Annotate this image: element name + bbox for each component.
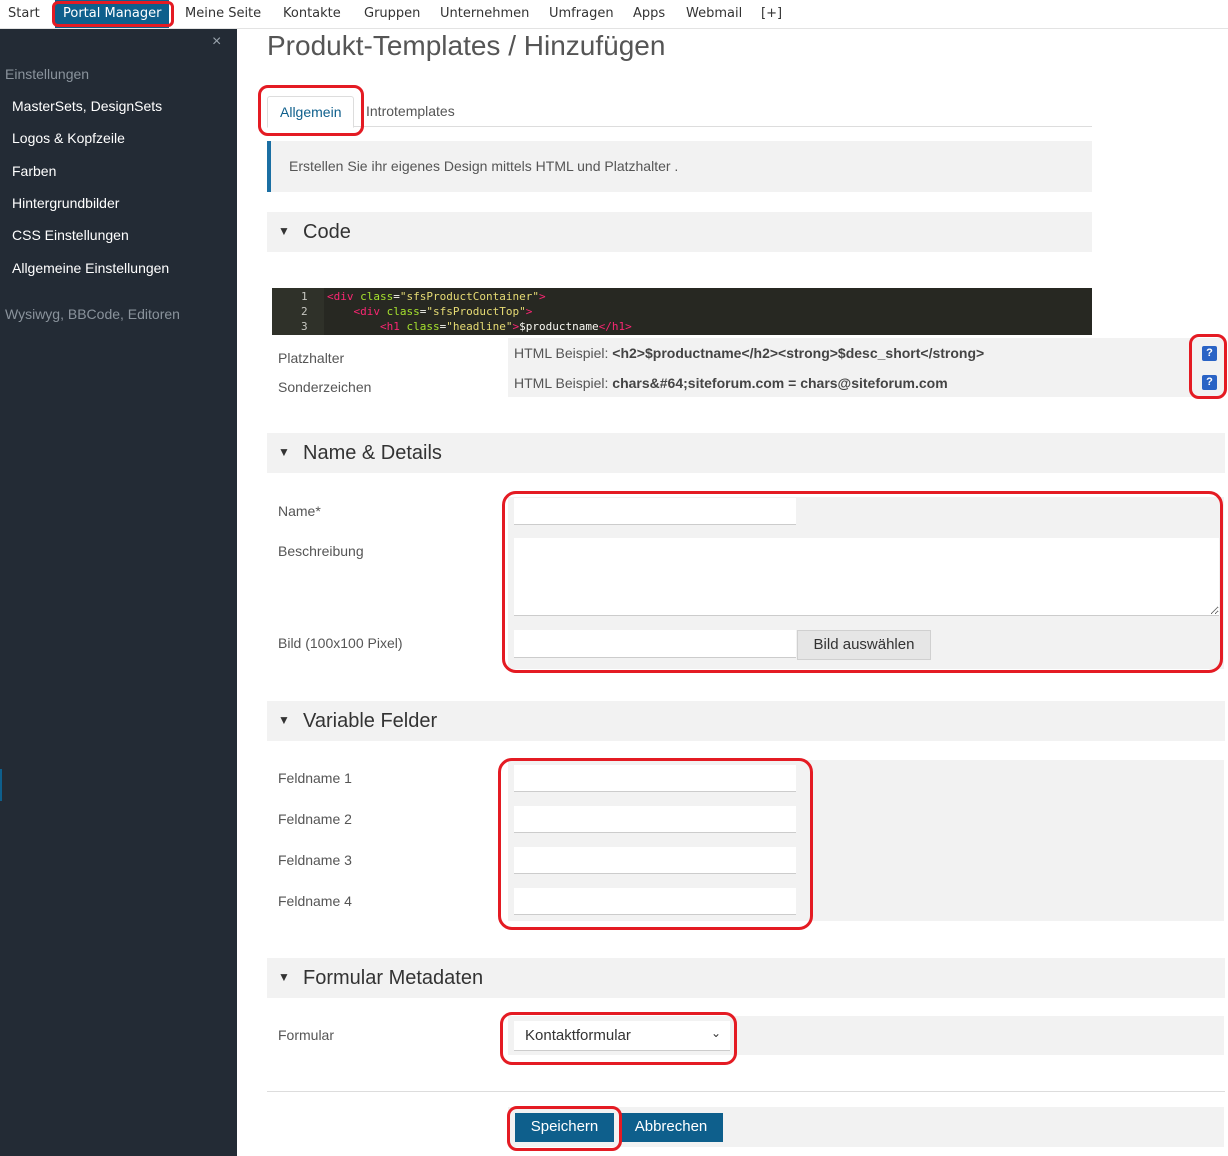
code-line: <div class="sfsProductContainer">: [327, 290, 546, 303]
section-code-header[interactable]: ▼ Code: [267, 212, 1092, 252]
sonderzeichen-label: Sonderzeichen: [278, 379, 372, 395]
close-icon[interactable]: ×: [212, 33, 221, 51]
nav-umfragen[interactable]: Umfragen: [549, 0, 614, 28]
sidebar-marker: [0, 769, 2, 801]
beschreibung-field[interactable]: [514, 538, 1219, 616]
name-field[interactable]: [514, 498, 796, 525]
feldname-3-label: Feldname 3: [278, 852, 352, 868]
formular-select[interactable]: Kontaktformular ⌄: [514, 1021, 730, 1051]
nav-gruppen[interactable]: Gruppen: [364, 0, 420, 28]
beschreibung-label: Beschreibung: [278, 543, 364, 559]
section-variable-title: Variable Felder: [303, 710, 438, 732]
tab-introtemplates[interactable]: Introtemplates: [366, 96, 455, 126]
feldname-4-label: Feldname 4: [278, 893, 352, 909]
section-meta-header[interactable]: ▼ Formular Metadaten: [267, 958, 1225, 998]
line-number: 3: [301, 320, 308, 333]
nav-portal-manager[interactable]: Portal Manager: [55, 0, 170, 28]
actions-area: [508, 1107, 1224, 1147]
chevron-down-icon: ▼: [278, 224, 290, 238]
code-line: <div class="sfsProductTop">: [353, 305, 533, 318]
section-details-title: Name & Details: [303, 442, 442, 464]
platzhalter-label: Platzhalter: [278, 350, 345, 366]
tab-allgemein[interactable]: Allgemein: [267, 96, 355, 128]
info-box: Erstellen Sie ihr eigenes Design mittels…: [267, 141, 1092, 192]
sidebar-item-hintergrundbilder[interactable]: Hintergrundbilder: [12, 195, 119, 211]
sidebar-item-mastersets[interactable]: MasterSets, DesignSets: [12, 98, 162, 114]
cancel-button[interactable]: Abbrechen: [619, 1113, 723, 1142]
nav-meine-seite[interactable]: Meine Seite: [185, 0, 261, 28]
feldname-2-label: Feldname 2: [278, 811, 352, 827]
formular-select-value: Kontaktformular: [525, 1027, 631, 1044]
feldname-1-field[interactable]: [514, 765, 796, 792]
chevron-down-icon: ▼: [278, 445, 290, 459]
sidebar-item-farben[interactable]: Farben: [12, 163, 56, 179]
bild-auswaehlen-button[interactable]: Bild auswählen: [797, 630, 931, 660]
section-meta-title: Formular Metadaten: [303, 967, 484, 989]
top-navigation: Start Portal Manager Meine Seite Kontakt…: [0, 0, 1228, 29]
help-icon[interactable]: ?: [1202, 375, 1217, 390]
bild-label: Bild (100x100 Pixel): [278, 635, 403, 651]
feldname-2-field[interactable]: [514, 806, 796, 833]
name-label: Name*: [278, 503, 321, 519]
bild-field[interactable]: [514, 630, 796, 658]
line-number: 1: [301, 290, 308, 303]
sidebar: × Einstellungen MasterSets, DesignSets L…: [0, 29, 237, 1156]
page-title: Produkt-Templates / Hinzufügen: [267, 30, 666, 61]
feldname-4-field[interactable]: [514, 888, 796, 915]
sidebar-item-allgemeine[interactable]: Allgemeine Einstellungen: [12, 260, 169, 276]
divider: [267, 1091, 1225, 1092]
code-gutter: [272, 288, 324, 335]
formular-label: Formular: [278, 1027, 335, 1043]
section-details-header[interactable]: ▼ Name & Details: [267, 433, 1225, 473]
chevron-down-icon: ▼: [278, 713, 290, 727]
sidebar-item-css[interactable]: CSS Einstellungen: [12, 227, 129, 243]
code-line: <h1 class="headline">$productname</h1>: [379, 320, 632, 333]
nav-kontakte[interactable]: Kontakte: [283, 0, 341, 28]
line-number: 2: [301, 305, 308, 318]
sidebar-category-wysiwyg[interactable]: Wysiwyg, BBCode, Editoren: [5, 306, 180, 322]
nav-apps[interactable]: Apps: [633, 0, 665, 28]
nav-webmail[interactable]: Webmail: [686, 0, 742, 28]
chevron-down-icon: ⌄: [711, 1026, 722, 1040]
info-text: Erstellen Sie ihr eigenes Design mittels…: [289, 158, 679, 174]
sonderzeichen-hint: HTML Beispiel: chars&#64;siteforum.com =…: [514, 375, 948, 391]
feldname-3-field[interactable]: [514, 847, 796, 874]
nav-unternehmen[interactable]: Unternehmen: [440, 0, 529, 28]
chevron-down-icon: ▼: [278, 970, 290, 984]
save-button[interactable]: Speichern: [515, 1113, 614, 1142]
sidebar-item-logos[interactable]: Logos & Kopfzeile: [12, 130, 125, 146]
nav-more[interactable]: [+]: [761, 0, 782, 28]
tab-bar: Allgemein Introtemplates: [267, 96, 1092, 128]
sidebar-category-einstellungen[interactable]: Einstellungen: [5, 66, 89, 82]
help-icon[interactable]: ?: [1202, 346, 1217, 361]
section-variable-header[interactable]: ▼ Variable Felder: [267, 701, 1225, 741]
section-code-title: Code: [303, 221, 351, 243]
platzhalter-hint: HTML Beispiel: <h2>$productname</h2><str…: [514, 345, 985, 361]
code-editor[interactable]: 1 2 3 <div class="sfsProductContainer"> …: [272, 288, 1092, 335]
feldname-1-label: Feldname 1: [278, 770, 352, 786]
nav-start[interactable]: Start: [8, 0, 40, 28]
